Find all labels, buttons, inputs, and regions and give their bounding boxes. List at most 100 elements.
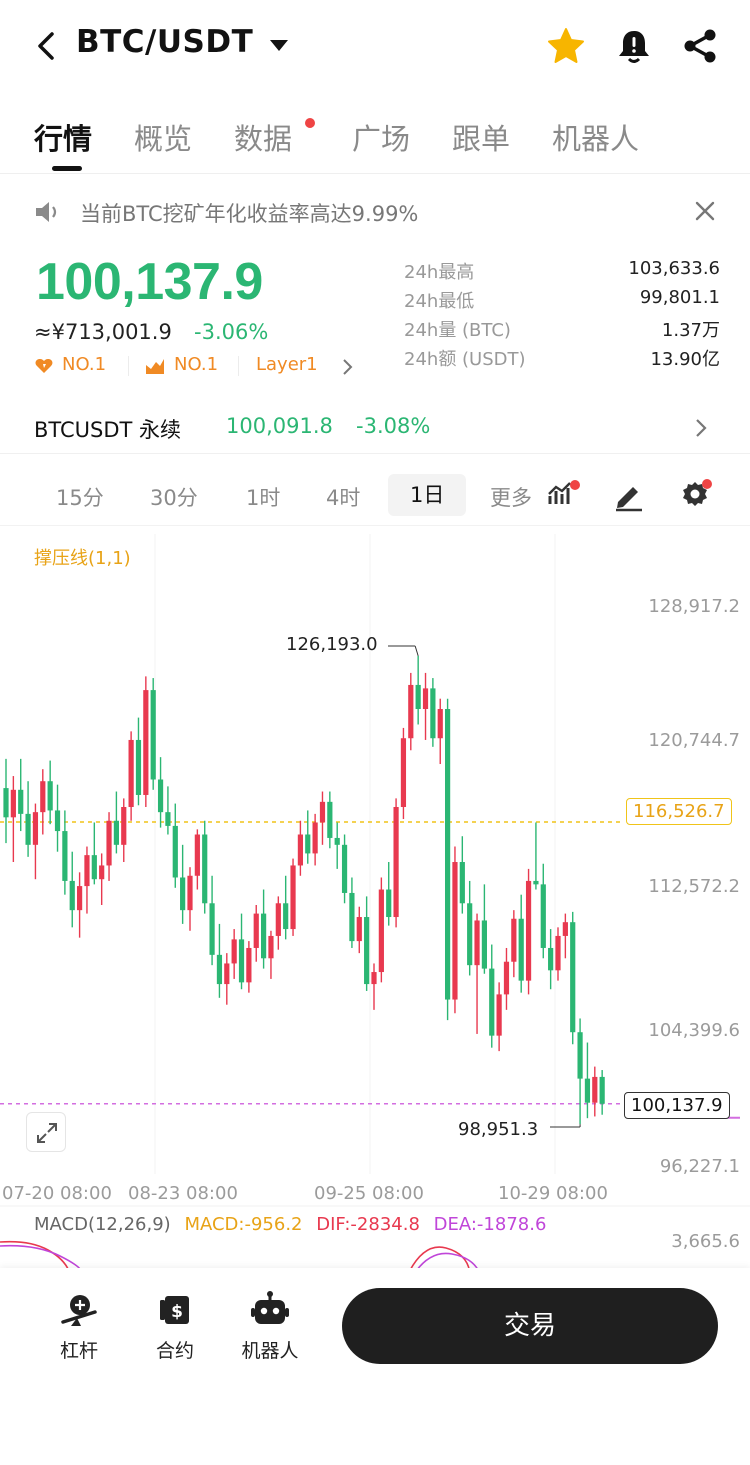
price-change: -3.06% — [194, 320, 269, 344]
stat-value: 103,633.6 — [628, 258, 720, 279]
stat-value: 99,801.1 — [639, 287, 720, 308]
bottom-bar: 杠杆 $ 合约 机器人 交易 — [0, 1268, 750, 1465]
x-axis-tick: 08-23 08:00 — [128, 1183, 238, 1204]
candle-body — [467, 903, 473, 966]
indicator-label[interactable]: 撑压线(1,1) — [34, 544, 131, 570]
resistance-price-tag: 116,526.7 — [626, 798, 732, 825]
stat-value: 1.37万 — [661, 320, 720, 341]
price-cny: ≈¥713,001.9 — [34, 320, 172, 344]
candle-body — [194, 834, 200, 876]
candle-body — [599, 1076, 605, 1104]
candle-body — [253, 913, 259, 948]
interval-4h[interactable]: 4时 — [326, 482, 360, 512]
dea-value: DEA:-1878.6 — [433, 1214, 547, 1235]
badge-divider — [238, 356, 239, 376]
svg-text:$: $ — [171, 1302, 183, 1322]
candle-body — [378, 889, 384, 973]
macd-legend[interactable]: MACD(12,26,9) MACD:-956.2 DIF:-2834.8 DE… — [34, 1214, 554, 1235]
last-price: 100,137.9 — [36, 253, 263, 311]
stat-value: 13.90亿 — [650, 349, 720, 370]
candle-body — [393, 807, 399, 918]
candle-body — [150, 690, 156, 780]
badge-layer1[interactable]: Layer1 — [256, 354, 318, 375]
candle-body — [209, 903, 215, 955]
interval-1d[interactable]: 1日 — [388, 474, 467, 516]
bell-alert-icon[interactable] — [614, 26, 654, 66]
candle-body — [408, 684, 414, 739]
perpetual-price: 100,091.8 — [226, 414, 333, 438]
macd-name: MACD(12,26,9) — [34, 1214, 171, 1235]
badge-rank-2[interactable]: NO.1 — [174, 354, 218, 375]
current-price-tag: 100,137.9 — [624, 1092, 730, 1119]
speaker-icon — [36, 202, 57, 222]
stat-label: 24h量 (BTC) — [404, 320, 511, 341]
chevron-right-icon[interactable] — [690, 414, 712, 442]
candle-body — [319, 801, 326, 823]
expand-icon — [37, 1123, 57, 1143]
nav-contract[interactable]: $ 合约 — [135, 1290, 215, 1363]
trade-button[interactable]: 交易 — [342, 1288, 718, 1364]
price-chart[interactable]: 撑压线(1,1) 128,917.2 120,744.7 112,572.2 1… — [0, 534, 750, 1274]
tab-overview[interactable]: 概览 — [134, 116, 192, 158]
y-axis-tick: 104,399.6 — [648, 1020, 740, 1041]
interval-bar: 15分 30分 1时 4时 1日 更多 — [0, 468, 750, 526]
candle-body — [216, 954, 223, 985]
candle-body — [577, 1032, 583, 1079]
candle-body — [584, 1078, 591, 1103]
candle-body — [268, 935, 274, 959]
candle-body — [106, 820, 112, 866]
dif-value: DIF:-2834.8 — [316, 1214, 420, 1235]
interval-more[interactable]: 更多 — [490, 482, 542, 512]
interval-30m[interactable]: 30分 — [150, 482, 198, 512]
close-icon[interactable] — [690, 196, 720, 226]
interval-15m[interactable]: 15分 — [56, 482, 104, 512]
nav-robot[interactable]: 机器人 — [230, 1290, 310, 1363]
x-axis-tick: 10-29 08:00 — [498, 1183, 608, 1204]
candle-body — [231, 939, 237, 964]
tab-robot[interactable]: 机器人 — [552, 116, 639, 158]
interval-1h[interactable]: 1时 — [246, 482, 280, 512]
robot-icon — [251, 1291, 289, 1324]
header: BTC/USDT — [0, 0, 750, 92]
perpetual-row[interactable]: BTCUSDT 永续 100,091.8 -3.08% — [0, 404, 750, 454]
candle-body — [422, 688, 429, 710]
nav-leverage[interactable]: 杠杆 — [39, 1290, 119, 1363]
badge-rank-1[interactable]: NO.1 — [62, 354, 106, 375]
x-axis-tick: 07-20 08:00 — [2, 1183, 112, 1204]
candle-body — [54, 810, 61, 832]
candle-body — [312, 822, 318, 854]
pencil-icon[interactable] — [612, 478, 646, 512]
back-arrow-icon[interactable] — [30, 28, 64, 64]
perpetual-name: BTCUSDT 永续 — [34, 418, 182, 442]
candle-body — [3, 788, 9, 818]
caret-down-icon[interactable] — [268, 36, 290, 54]
heart-fire-icon — [35, 359, 53, 373]
candle-body — [540, 884, 546, 948]
share-icon[interactable] — [680, 26, 720, 66]
tab-data[interactable]: 数据 — [234, 116, 292, 158]
stat-label: 24h最高 — [404, 262, 475, 283]
candle-body — [10, 789, 16, 818]
fullscreen-button[interactable] — [26, 1112, 66, 1152]
badge-divider — [128, 356, 129, 376]
tab-square[interactable]: 广场 — [352, 116, 410, 158]
nav-label: 合约 — [155, 1340, 194, 1362]
candle-body — [69, 880, 75, 911]
pair-title[interactable]: BTC/USDT — [76, 24, 253, 60]
tab-copy-trade[interactable]: 跟单 — [452, 116, 510, 158]
stat-label: 24h额 (USDT) — [404, 349, 526, 370]
stat-row: 24h额 (USDT) 13.90亿 — [404, 345, 720, 374]
notice-text[interactable]: 当前BTC挖矿年化收益率高达9.99% — [80, 198, 418, 228]
candle-body — [99, 865, 105, 880]
x-axis-tick: 09-25 08:00 — [314, 1183, 424, 1204]
tab-market[interactable]: 行情 — [34, 116, 92, 158]
candle-body — [386, 889, 392, 918]
chevron-right-icon[interactable] — [340, 357, 354, 377]
gear-icon[interactable] — [678, 478, 712, 512]
candle-body — [128, 739, 134, 808]
candle-body — [570, 922, 576, 1033]
high-annotation: 126,193.0 — [286, 634, 378, 655]
star-icon[interactable] — [546, 26, 586, 66]
indicator-icon[interactable] — [546, 478, 580, 512]
candle-body — [290, 865, 296, 930]
